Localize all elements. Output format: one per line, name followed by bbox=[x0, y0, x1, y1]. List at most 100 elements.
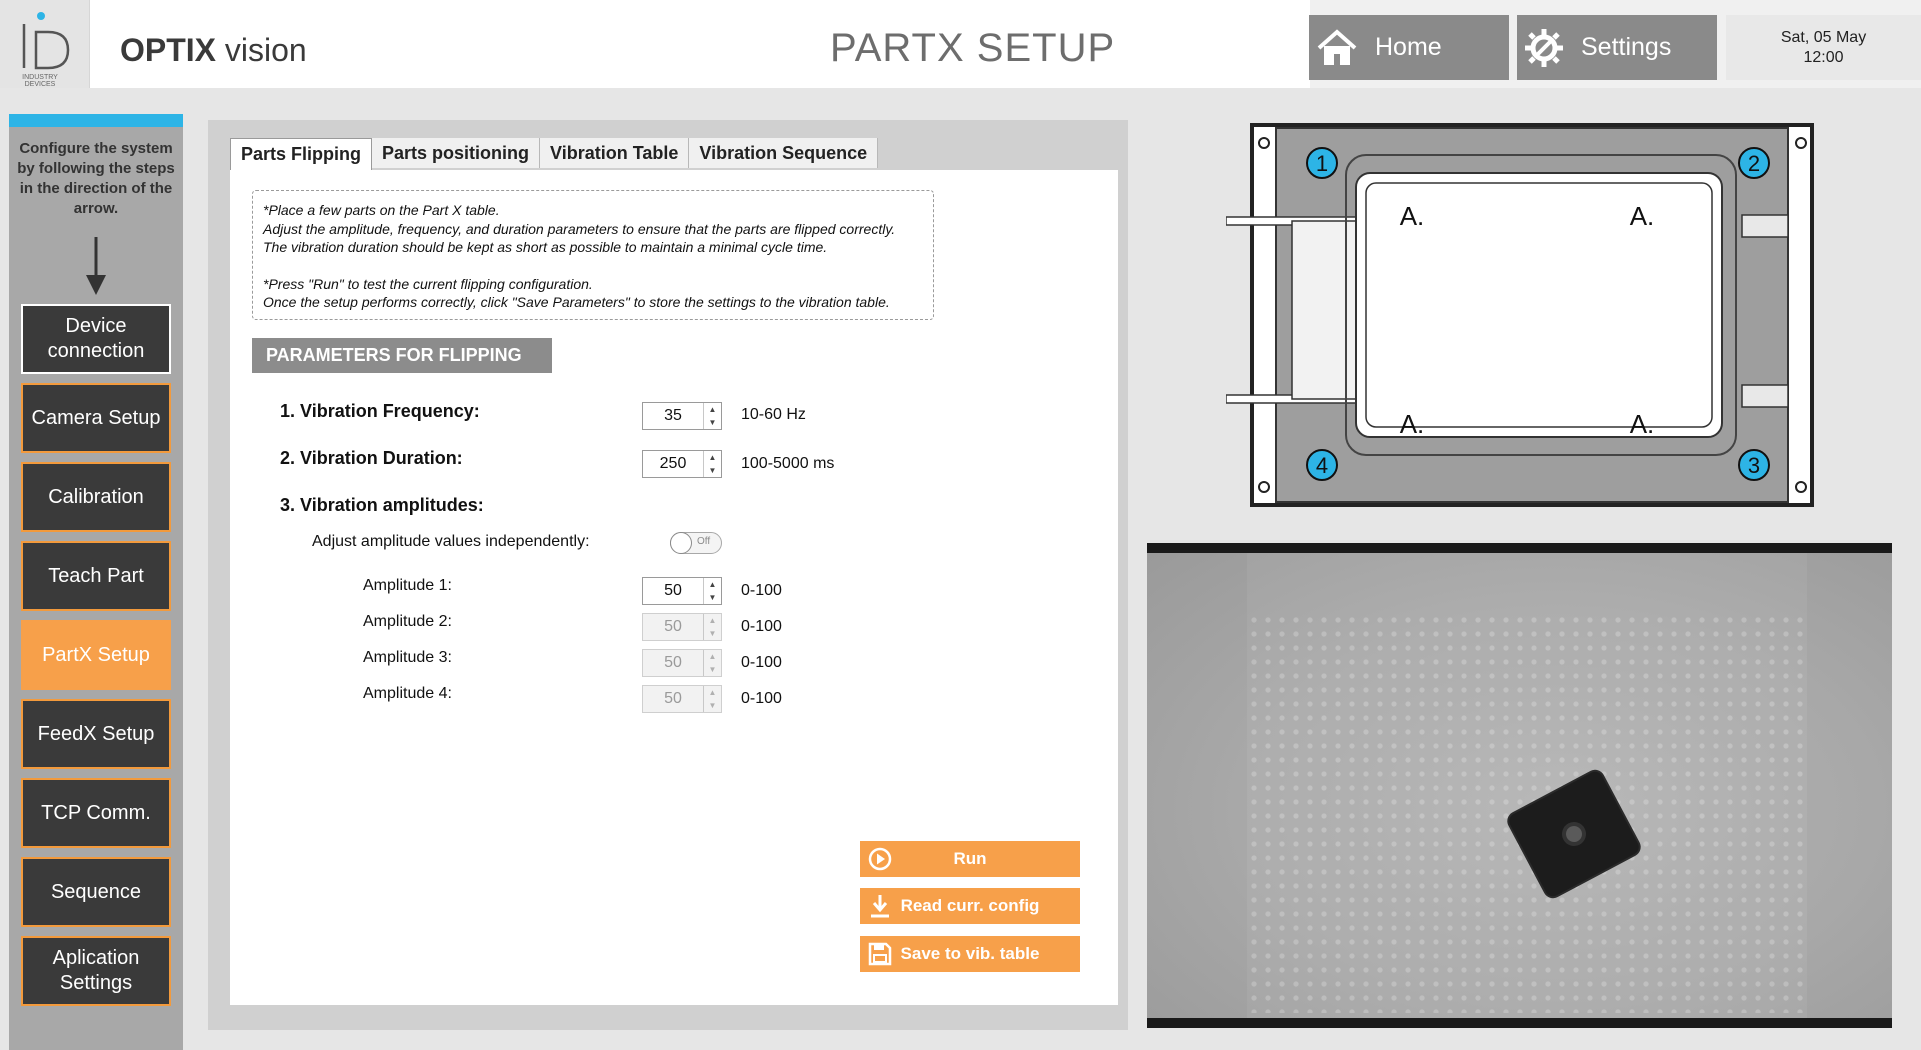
zone-label-bottom-left: A. bbox=[1400, 409, 1425, 439]
step-up-icon: ▲ bbox=[708, 616, 717, 625]
zone-label-bottom-right: A. bbox=[1630, 409, 1655, 439]
settings-button-label: Settings bbox=[1581, 33, 1672, 61]
play-icon bbox=[868, 847, 892, 871]
zone-label-top-right: A. bbox=[1630, 201, 1655, 231]
sidebar-item-sequence[interactable]: Sequence bbox=[21, 857, 171, 927]
amplitude-2-stepper: 50 ▲ ▼ bbox=[642, 613, 722, 641]
amplitude-1-value: 50 bbox=[664, 582, 682, 599]
tab-parts-positioning[interactable]: Parts positioning bbox=[372, 138, 541, 168]
amplitude-3-range: 0-100 bbox=[741, 654, 782, 671]
app-name: OPTIX vision bbox=[120, 32, 307, 69]
run-button[interactable]: Run bbox=[860, 841, 1080, 877]
save-icon bbox=[868, 942, 892, 966]
sidebar-item-tcp-comm[interactable]: TCP Comm. bbox=[21, 778, 171, 848]
step-up-icon: ▲ bbox=[708, 652, 717, 661]
amplitude-4-value: 50 bbox=[664, 690, 682, 707]
frequency-stepper[interactable]: 35 ▲ ▼ bbox=[642, 402, 722, 430]
amplitude-2-value: 50 bbox=[664, 618, 682, 635]
camera-image bbox=[1147, 553, 1892, 1018]
sidebar-instructions: Configure the system by following the st… bbox=[17, 140, 175, 217]
amplitude-3-label: Amplitude 3: bbox=[363, 649, 452, 666]
sidebar-item-feedx-setup[interactable]: FeedX Setup bbox=[21, 699, 171, 769]
tab-vibration-table[interactable]: Vibration Table bbox=[540, 138, 690, 168]
sidebar-item-application-settings[interactable]: Aplication Settings bbox=[21, 936, 171, 1006]
amplitude-4-stepper: 50 ▲ ▼ bbox=[642, 685, 722, 713]
tab-vibration-sequence[interactable]: Vibration Sequence bbox=[689, 138, 879, 168]
home-button[interactable]: Home bbox=[1309, 15, 1509, 80]
date-time-display: Sat, 05 May 12:00 bbox=[1726, 15, 1921, 80]
frequency-label: 1. Vibration Frequency: bbox=[280, 401, 480, 421]
step-up-icon[interactable]: ▲ bbox=[704, 451, 721, 464]
note-line: Once the setup performs correctly, click… bbox=[263, 294, 890, 310]
read-config-button[interactable]: Read curr. config bbox=[860, 888, 1080, 924]
step-down-icon[interactable]: ▼ bbox=[704, 591, 721, 604]
toggle-state: Off bbox=[697, 536, 711, 547]
note-line: The vibration duration should be kept as… bbox=[263, 239, 828, 255]
brand-area: OPTIX vision PARTX SETUP bbox=[90, 0, 1310, 88]
amplitude-1-range: 0-100 bbox=[741, 582, 782, 599]
sidebar-item-calibration[interactable]: Calibration bbox=[21, 462, 171, 532]
save-table-button-label: Save to vib. table bbox=[900, 944, 1040, 963]
amplitude-3-value: 50 bbox=[664, 654, 682, 671]
sidebar-item-device-connection[interactable]: Device connection bbox=[21, 304, 171, 374]
sidebar-accent-bar bbox=[9, 114, 183, 127]
tab-parts-flipping[interactable]: Parts Flipping bbox=[230, 138, 373, 170]
tab-bar: Parts Flipping Parts positioning Vibrati… bbox=[230, 138, 879, 170]
camera-view bbox=[1147, 543, 1892, 1028]
frequency-range: 10-60 Hz bbox=[741, 406, 806, 423]
step-down-icon: ▼ bbox=[708, 629, 717, 638]
amplitude-1-stepper[interactable]: 50 ▲ ▼ bbox=[642, 577, 722, 605]
sidebar: Configure the system by following the st… bbox=[9, 114, 183, 1050]
step-up-icon: ▲ bbox=[708, 688, 717, 697]
section-header: PARAMETERS FOR FLIPPING bbox=[252, 338, 552, 373]
independent-amplitude-toggle[interactable]: Off bbox=[670, 532, 722, 554]
amplitude-2-label: Amplitude 2: bbox=[363, 613, 452, 630]
frequency-value: 35 bbox=[664, 407, 682, 424]
partx-table-diagram: 1 2 3 4 A. A. A. A. bbox=[1226, 123, 1814, 507]
read-config-button-label: Read curr. config bbox=[900, 896, 1040, 915]
duration-label: 2. Vibration Duration: bbox=[280, 448, 463, 468]
page-title: PARTX SETUP bbox=[830, 26, 1116, 70]
save-table-button[interactable]: Save to vib. table bbox=[860, 936, 1080, 972]
home-button-label: Home bbox=[1375, 33, 1442, 61]
corner-marker-3: 3 bbox=[1748, 453, 1760, 478]
gear-wrench-icon bbox=[1525, 28, 1563, 67]
step-down-icon: ▼ bbox=[708, 701, 717, 710]
zone-label-top-left: A. bbox=[1400, 201, 1425, 231]
run-button-label: Run bbox=[953, 849, 987, 868]
settings-button[interactable]: Settings bbox=[1517, 15, 1717, 80]
duration-value: 250 bbox=[659, 455, 687, 472]
date-text: Sat, 05 May bbox=[1780, 29, 1867, 46]
step-down-icon[interactable]: ▼ bbox=[704, 464, 721, 477]
independent-amplitude-label: Adjust amplitude values independently: bbox=[312, 533, 590, 550]
amplitudes-label: 3. Vibration amplitudes: bbox=[280, 495, 484, 515]
amplitude-1-label: Amplitude 1: bbox=[363, 577, 452, 594]
amplitude-3-stepper: 50 ▲ ▼ bbox=[642, 649, 722, 677]
amplitude-2-range: 0-100 bbox=[741, 618, 782, 635]
app-name-light: vision bbox=[216, 32, 307, 68]
logo-caption: INDUSTRY DEVICES bbox=[22, 74, 58, 88]
duration-range: 100-5000 ms bbox=[741, 455, 835, 472]
tab-content: *Place a few parts on the Part X table. … bbox=[230, 170, 1118, 1005]
toggle-knob bbox=[670, 532, 692, 554]
download-icon bbox=[871, 895, 889, 918]
step-up-icon[interactable]: ▲ bbox=[704, 403, 721, 416]
step-down-icon[interactable]: ▼ bbox=[704, 416, 721, 429]
company-logo: INDUSTRY DEVICES bbox=[0, 0, 90, 88]
corner-marker-4: 4 bbox=[1316, 453, 1328, 478]
sidebar-item-teach-part[interactable]: Teach Part bbox=[21, 541, 171, 611]
note-line: Adjust the amplitude, frequency, and dur… bbox=[263, 220, 896, 237]
sidebar-item-partx-setup[interactable]: PartX Setup bbox=[21, 620, 171, 690]
arrow-down-icon bbox=[86, 237, 106, 295]
duration-stepper[interactable]: 250 ▲ ▼ bbox=[642, 450, 722, 478]
header-bar: INDUSTRY DEVICES OPTIX vision PARTX SETU… bbox=[0, 0, 1921, 88]
corner-marker-1: 1 bbox=[1316, 151, 1328, 176]
instructions-note: *Place a few parts on the Part X table. … bbox=[252, 190, 934, 320]
corner-marker-2: 2 bbox=[1748, 151, 1760, 176]
note-line: *Place a few parts on the Part X table. bbox=[263, 202, 500, 218]
sidebar-item-camera-setup[interactable]: Camera Setup bbox=[21, 383, 171, 453]
step-up-icon[interactable]: ▲ bbox=[704, 578, 721, 591]
time-text: 12:00 bbox=[1803, 49, 1844, 66]
home-icon bbox=[1317, 28, 1357, 65]
amplitude-4-label: Amplitude 4: bbox=[363, 685, 452, 702]
